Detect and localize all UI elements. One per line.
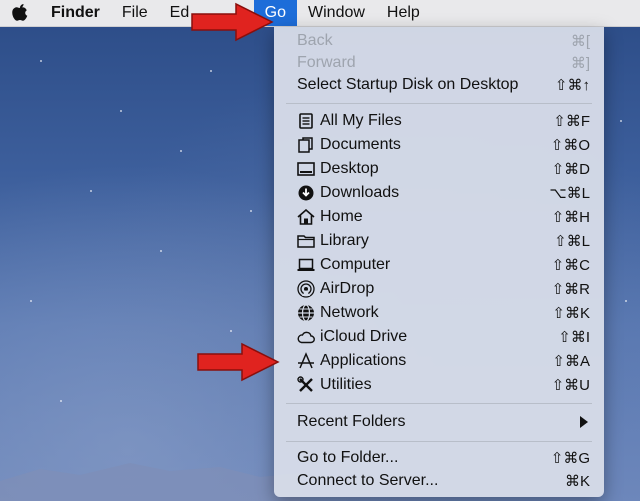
shortcut-label: ⇧⌘D	[551, 161, 590, 178]
shortcut-label: ⇧⌘K	[552, 305, 590, 322]
shortcut-label: ⇧⌘R	[551, 281, 590, 298]
menu-separator	[286, 441, 592, 442]
menu-item-back[interactable]: Back ⌘[	[274, 29, 604, 53]
go-menu-dropdown: Back ⌘[ Forward ⌘] Select Startup Disk o…	[274, 27, 604, 497]
menu-item-label: Utilities	[320, 376, 372, 393]
menu-item-label: Desktop	[320, 160, 379, 177]
shortcut-label: ⌘]	[570, 55, 590, 72]
submenu-arrow-icon	[580, 416, 588, 428]
red-arrow-icon	[191, 2, 274, 42]
menu-item-label: Documents	[320, 136, 401, 153]
shortcut-label: ⇧⌘F	[553, 113, 590, 130]
shortcut-label: ⌘[	[570, 33, 590, 50]
shortcut-label: ⇧⌘C	[551, 257, 590, 274]
all-my-files-icon	[296, 112, 316, 130]
apple-menu[interactable]	[0, 0, 40, 26]
shortcut-label: ⇧⌘H	[551, 209, 590, 226]
menu-item-select-startup-disk[interactable]: Select Startup Disk on Desktop ⇧⌘↑	[274, 73, 604, 97]
shortcut-label: ⇧⌘↑	[554, 77, 590, 94]
menu-item-applications[interactable]: Applications ⇧⌘A	[274, 349, 604, 373]
menu-item-desktop[interactable]: Desktop ⇧⌘D	[274, 157, 604, 181]
menu-window[interactable]: Window	[297, 0, 376, 26]
network-icon	[296, 304, 316, 322]
menu-item-utilities[interactable]: Utilities ⇧⌘U	[274, 373, 604, 397]
menu-item-all-my-files[interactable]: All My Files ⇧⌘F	[274, 109, 604, 133]
menu-item-label: AirDrop	[320, 280, 375, 297]
menu-item-label: Library	[320, 232, 369, 249]
shortcut-label: ⇧⌘G	[550, 450, 590, 467]
menu-item-label: Network	[320, 304, 379, 321]
utilities-icon	[296, 376, 316, 394]
red-arrow-icon	[197, 342, 280, 382]
folder-icon	[296, 232, 316, 250]
icloud-icon	[296, 328, 316, 346]
shortcut-label: ⇧⌘U	[551, 377, 590, 394]
menu-item-label: Home	[320, 208, 363, 225]
shortcut-label: ⇧⌘L	[554, 233, 590, 250]
menu-item-forward[interactable]: Forward ⌘]	[274, 51, 604, 75]
menu-item-label: All My Files	[320, 112, 402, 129]
menu-item-label: Back	[297, 32, 333, 49]
menu-item-downloads[interactable]: Downloads ⌥⌘L	[274, 181, 604, 205]
shortcut-label: ⇧⌘I	[558, 329, 590, 346]
home-icon	[296, 208, 316, 226]
mountain-silhouette	[0, 463, 300, 501]
menu-item-label: Connect to Server...	[297, 472, 439, 489]
menu-item-airdrop[interactable]: AirDrop ⇧⌘R	[274, 277, 604, 301]
shortcut-label: ⌥⌘L	[549, 185, 590, 202]
menu-item-computer[interactable]: Computer ⇧⌘C	[274, 253, 604, 277]
shortcut-label: ⇧⌘O	[550, 137, 590, 154]
menu-file[interactable]: File	[111, 0, 159, 26]
shortcut-label: ⇧⌘A	[552, 353, 590, 370]
menu-bar: Finder File Ed Go Window Help	[0, 0, 640, 27]
menu-item-label: Computer	[320, 256, 391, 273]
menu-item-label: iCloud Drive	[320, 328, 408, 345]
menu-item-label: Select Startup Disk on Desktop	[297, 76, 519, 93]
applications-icon	[296, 352, 316, 370]
menu-item-network[interactable]: Network ⇧⌘K	[274, 301, 604, 325]
menu-separator	[286, 403, 592, 404]
menu-item-label: Forward	[297, 54, 356, 71]
documents-icon	[296, 136, 316, 154]
menu-separator	[286, 103, 592, 104]
desktop-icon	[296, 160, 316, 178]
apple-logo-icon	[12, 4, 28, 21]
shortcut-label: ⌘K	[564, 473, 590, 490]
menu-item-label: Go to Folder...	[297, 449, 399, 466]
menu-item-home[interactable]: Home ⇧⌘H	[274, 205, 604, 229]
menu-item-icloud-drive[interactable]: iCloud Drive ⇧⌘I	[274, 325, 604, 349]
menu-help[interactable]: Help	[376, 0, 431, 26]
menu-item-connect-to-server[interactable]: Connect to Server... ⌘K	[274, 469, 604, 493]
downloads-icon	[296, 184, 316, 202]
menu-item-go-to-folder[interactable]: Go to Folder... ⇧⌘G	[274, 446, 604, 470]
menu-item-recent-folders[interactable]: Recent Folders	[274, 410, 604, 434]
menu-item-documents[interactable]: Documents ⇧⌘O	[274, 133, 604, 157]
computer-icon	[296, 256, 316, 274]
airdrop-icon	[296, 280, 316, 298]
menu-finder[interactable]: Finder	[40, 0, 111, 26]
menu-item-label: Applications	[320, 352, 407, 369]
menu-item-label: Downloads	[320, 184, 400, 201]
menu-item-library[interactable]: Library ⇧⌘L	[274, 229, 604, 253]
menu-item-label: Recent Folders	[297, 413, 406, 430]
